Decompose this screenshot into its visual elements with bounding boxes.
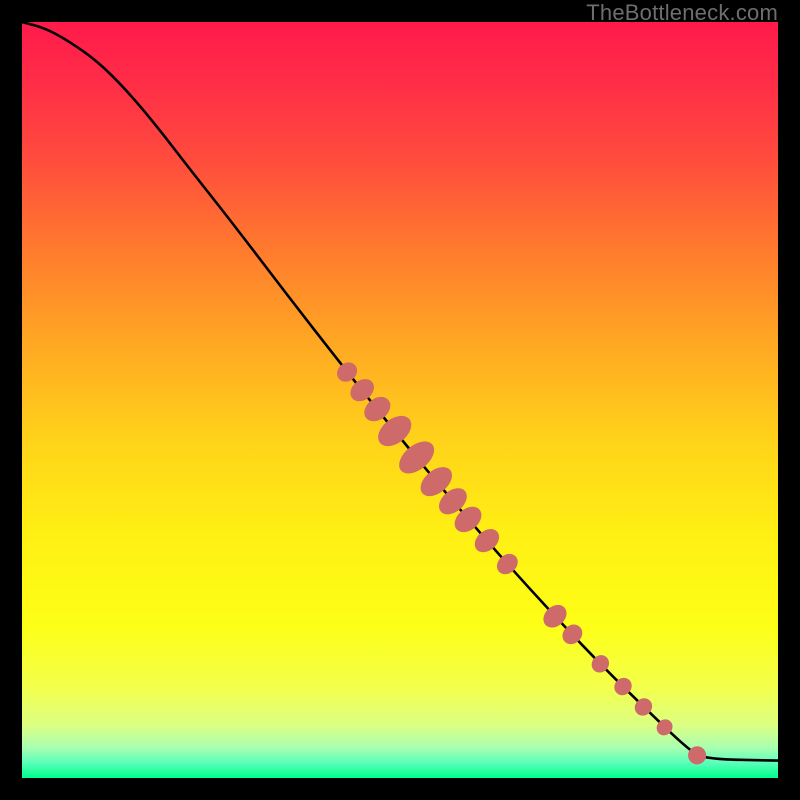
plot-area <box>22 22 778 778</box>
gradient-background <box>22 22 778 778</box>
chart-frame: TheBottleneck.com <box>0 0 800 800</box>
chart-svg <box>22 22 778 778</box>
